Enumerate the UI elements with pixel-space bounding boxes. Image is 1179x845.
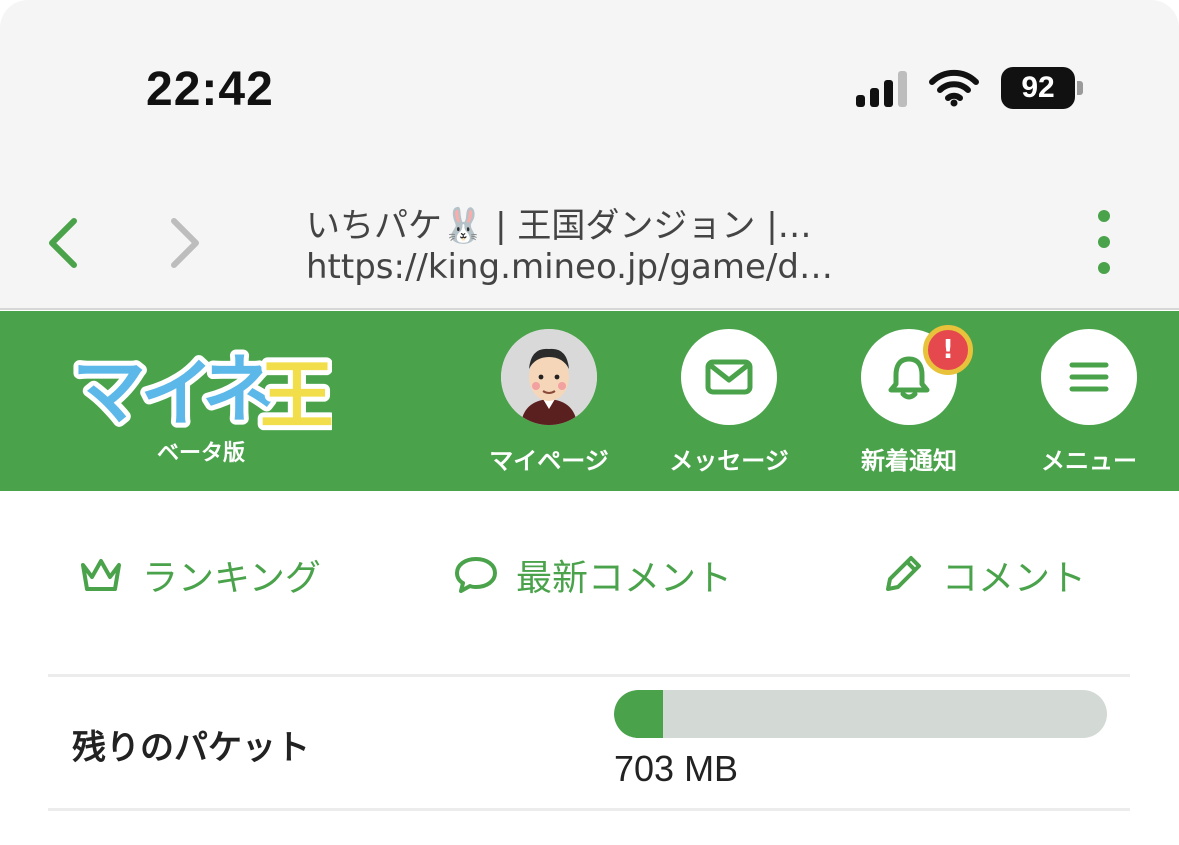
logo-subtitle: ベータ版 [156, 441, 245, 466]
logo-mark: マ イ ネ 王 [67, 342, 339, 444]
packet-progress-bar [614, 690, 1107, 738]
nav-mypage[interactable]: マイページ [479, 329, 619, 479]
speech-bubble-icon [455, 557, 497, 593]
envelope-icon [681, 329, 777, 425]
page-url[interactable]: https://king.mineo.jp/game/d… [306, 247, 876, 287]
tab-latest-comments-label: 最新コメント [516, 558, 733, 599]
divider-bottom [48, 808, 1130, 811]
status-time: 22:42 [146, 63, 274, 116]
wifi-icon [929, 69, 979, 107]
tab-ranking-label: ランキング [142, 558, 321, 599]
battery-icon: 92 [1001, 67, 1083, 109]
nav-messages-label: メッセージ [669, 447, 789, 475]
tab-ranking[interactable]: ランキング [78, 540, 321, 610]
status-icons: 92 [856, 66, 1083, 110]
tab-comment-label: コメント [942, 558, 1087, 599]
nav-notifications[interactable]: ! 新着通知 [839, 325, 979, 479]
packet-label: 残りのパケット [72, 728, 310, 768]
pencil-icon [886, 556, 921, 591]
hamburger-icon [1041, 329, 1137, 425]
kebab-menu-icon[interactable] [1092, 210, 1116, 274]
browser-chrome: 22:42 92 いちパケ🐰 | 王国ダンジョン |… https://king… [0, 0, 1179, 310]
nav-notifications-label: 新着通知 [861, 447, 957, 475]
svg-text:マ: マ [72, 349, 146, 435]
cellular-signal-icon [856, 69, 907, 107]
site-header: マ イ ネ 王 ベータ版 マイページ メッセージ ! 新着通知 メニュー [0, 311, 1179, 491]
nav-messages[interactable]: メッセージ [659, 329, 799, 479]
back-arrow-icon[interactable] [40, 215, 90, 271]
nav-menu-label: メニュー [1041, 447, 1137, 475]
site-logo[interactable]: マ イ ネ 王 ベータ版 [67, 339, 339, 471]
nav-mypage-label: マイページ [489, 447, 609, 475]
divider-top [48, 674, 1130, 677]
content-tabs: ランキング 最新コメント コメント [0, 540, 1179, 610]
tab-comment[interactable]: コメント [880, 540, 1086, 610]
forward-arrow-icon[interactable] [158, 215, 208, 271]
crown-icon [81, 559, 121, 591]
nav-menu[interactable]: メニュー [1019, 329, 1159, 479]
page-title: いちパケ🐰 | 王国ダンジョン |… [306, 206, 812, 246]
svg-text:王: 王 [260, 353, 332, 435]
notification-badge: ! [923, 325, 973, 375]
packet-value: 703 MB [614, 748, 739, 789]
battery-level: 92 [1001, 67, 1075, 109]
tab-latest-comments[interactable]: 最新コメント [454, 540, 732, 610]
avatar [501, 329, 597, 425]
packet-progress-fill [614, 690, 664, 738]
